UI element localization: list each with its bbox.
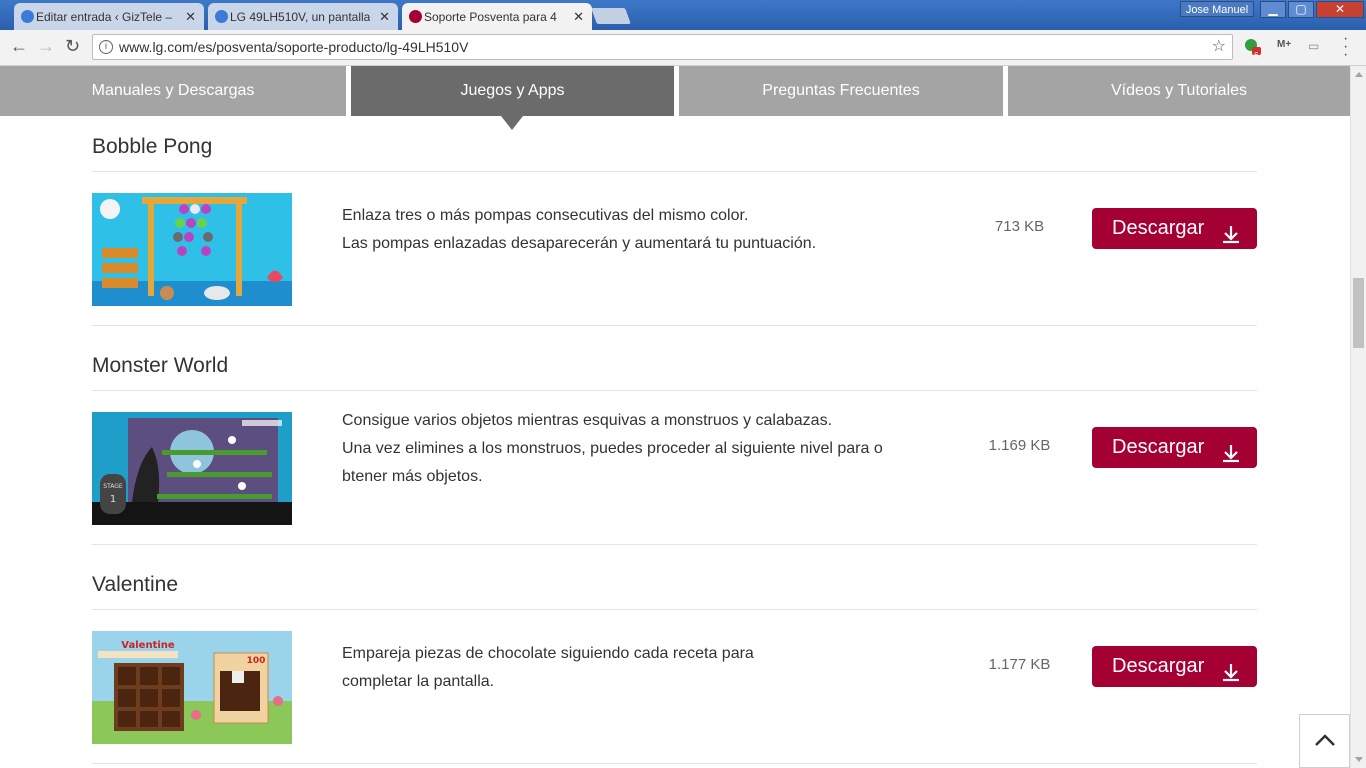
download-icon xyxy=(1221,656,1241,697)
valentine-thumbnail[interactable]: Valentine 100 xyxy=(92,631,292,744)
description-line: Las pompas enlazadas desaparecerán y aum… xyxy=(342,235,817,252)
download-label: Descargar xyxy=(1112,217,1205,239)
tab-juegos[interactable]: Juegos y Apps xyxy=(351,66,674,130)
forward-arrow-icon[interactable]: → xyxy=(37,36,55,57)
page-scrollbar[interactable] xyxy=(1350,66,1366,768)
scrollbar-thumb[interactable] xyxy=(1353,278,1364,348)
browser-tab-label: LG 49LH510V, un pantalla xyxy=(230,9,370,24)
tab-videos[interactable]: Vídeos y Tutoriales xyxy=(1008,66,1350,116)
app-title: Bobble Pong xyxy=(92,132,1257,172)
download-button[interactable]: Descargar xyxy=(1092,427,1257,468)
page-content: Manuales y Descargas Juegos y Apps Pregu… xyxy=(0,66,1350,768)
browser-tab-2[interactable]: LG 49LH510V, un pantalla ✕ xyxy=(208,3,398,30)
menu-dots-icon[interactable]: · · · xyxy=(1343,31,1348,63)
browser-tab-1[interactable]: Editar entrada ‹ GizTele – ✕ xyxy=(14,3,204,30)
back-arrow-icon[interactable]: ← xyxy=(10,36,28,57)
tab-preguntas[interactable]: Preguntas Frecuentes xyxy=(679,66,1003,116)
lg-favicon-icon xyxy=(409,10,422,23)
app-title: Monster World xyxy=(92,351,1257,391)
scroll-down-icon[interactable] xyxy=(1355,757,1363,762)
download-button[interactable]: Descargar xyxy=(1092,208,1257,249)
window-close-button[interactable]: ✕ xyxy=(1316,1,1364,18)
download-label: Descargar xyxy=(1112,655,1205,677)
app-title: Valentine xyxy=(92,570,1257,610)
thumb-score: 100 xyxy=(247,656,266,666)
thumb-stage-number: 1 xyxy=(110,494,116,505)
description-line: Enlaza tres o más pompas consecutivas de… xyxy=(342,207,749,224)
url-text: www.lg.com/es/posventa/soporte-producto/… xyxy=(119,39,469,55)
browser-toolbar: ← → ↻ i www.lg.com/es/posventa/soporte-p… xyxy=(0,30,1366,66)
close-icon[interactable]: ✕ xyxy=(573,9,584,25)
app-body: STAGE 1 Consigue varios objetos mientras… xyxy=(92,391,1257,545)
back-to-top-button[interactable] xyxy=(1299,714,1350,768)
download-label: Descargar xyxy=(1112,436,1205,458)
chevron-up-icon xyxy=(1315,734,1335,746)
giztele-favicon-icon xyxy=(215,10,228,23)
support-tabs: Manuales y Descargas Juegos y Apps Pregu… xyxy=(0,66,1350,130)
app-item: Valentine Valentine 100 Empareja piezas … xyxy=(92,570,1257,764)
bobble-pong-thumbnail[interactable] xyxy=(92,193,292,306)
file-size: 713 KB xyxy=(994,218,1045,235)
app-description: Enlaza tres o más pompas consecutivas de… xyxy=(342,202,952,258)
description-line: completar la pantalla. xyxy=(342,673,495,690)
app-body: Valentine 100 Empareja piezas de chocola… xyxy=(92,610,1257,764)
extension-grey-icon[interactable]: ▭ xyxy=(1308,39,1319,53)
file-size: 1.177 KB xyxy=(988,656,1051,673)
app-description: Empareja piezas de chocolate siguiendo c… xyxy=(342,640,952,696)
app-description: Consigue varios objetos mientras esquiva… xyxy=(342,407,952,491)
new-tab-button[interactable] xyxy=(591,8,631,24)
description-line: Empareja piezas de chocolate siguiendo c… xyxy=(342,645,754,662)
app-item: Monster World STAGE 1 Consigue varios ob… xyxy=(92,351,1257,545)
extension-badge: 6 xyxy=(1254,51,1259,60)
app-body: Enlaza tres o más pompas consecutivas de… xyxy=(92,172,1257,326)
info-icon[interactable]: i xyxy=(99,40,113,54)
description-line: Consigue varios objetos mientras esquiva… xyxy=(342,412,833,429)
scroll-up-icon[interactable] xyxy=(1355,72,1363,77)
close-icon[interactable]: ✕ xyxy=(185,9,196,25)
download-icon xyxy=(1221,437,1241,478)
thumb-stage-text: STAGE xyxy=(103,483,123,490)
app-item: Bobble Pong Enlaza tres o más pompas con… xyxy=(92,132,1257,326)
maximize-button[interactable]: ▢ xyxy=(1288,1,1314,18)
download-icon xyxy=(1221,218,1241,259)
star-icon[interactable]: ☆ xyxy=(1212,35,1226,59)
browser-titlebar: Editar entrada ‹ GizTele – ✕ LG 49LH510V… xyxy=(0,0,1366,30)
tab-manuales[interactable]: Manuales y Descargas xyxy=(0,66,346,116)
browser-tab-3[interactable]: Soporte Posventa para 4 ✕ xyxy=(402,3,592,30)
extension-m-icon[interactable]: M+ xyxy=(1277,39,1291,50)
thumb-title: Valentine xyxy=(121,640,175,651)
description-line: Una vez elimines a los monstruos, puedes… xyxy=(342,440,883,457)
profile-button[interactable]: Jose Manuel xyxy=(1180,1,1254,17)
minimize-button[interactable]: ▁ xyxy=(1260,1,1286,18)
browser-tab-label: Soporte Posventa para 4 xyxy=(424,9,557,24)
file-size: 1.169 KB xyxy=(988,437,1051,454)
description-line: btener más objetos. xyxy=(342,468,483,485)
reload-icon[interactable]: ↻ xyxy=(65,36,80,57)
address-bar[interactable]: i www.lg.com/es/posventa/soporte-product… xyxy=(92,34,1233,60)
close-icon[interactable]: ✕ xyxy=(379,9,390,25)
download-button[interactable]: Descargar xyxy=(1092,646,1257,687)
browser-tab-label: Editar entrada ‹ GizTele – xyxy=(36,9,173,24)
giztele-favicon-icon xyxy=(21,10,34,23)
monster-world-thumbnail[interactable]: STAGE 1 xyxy=(92,412,292,525)
